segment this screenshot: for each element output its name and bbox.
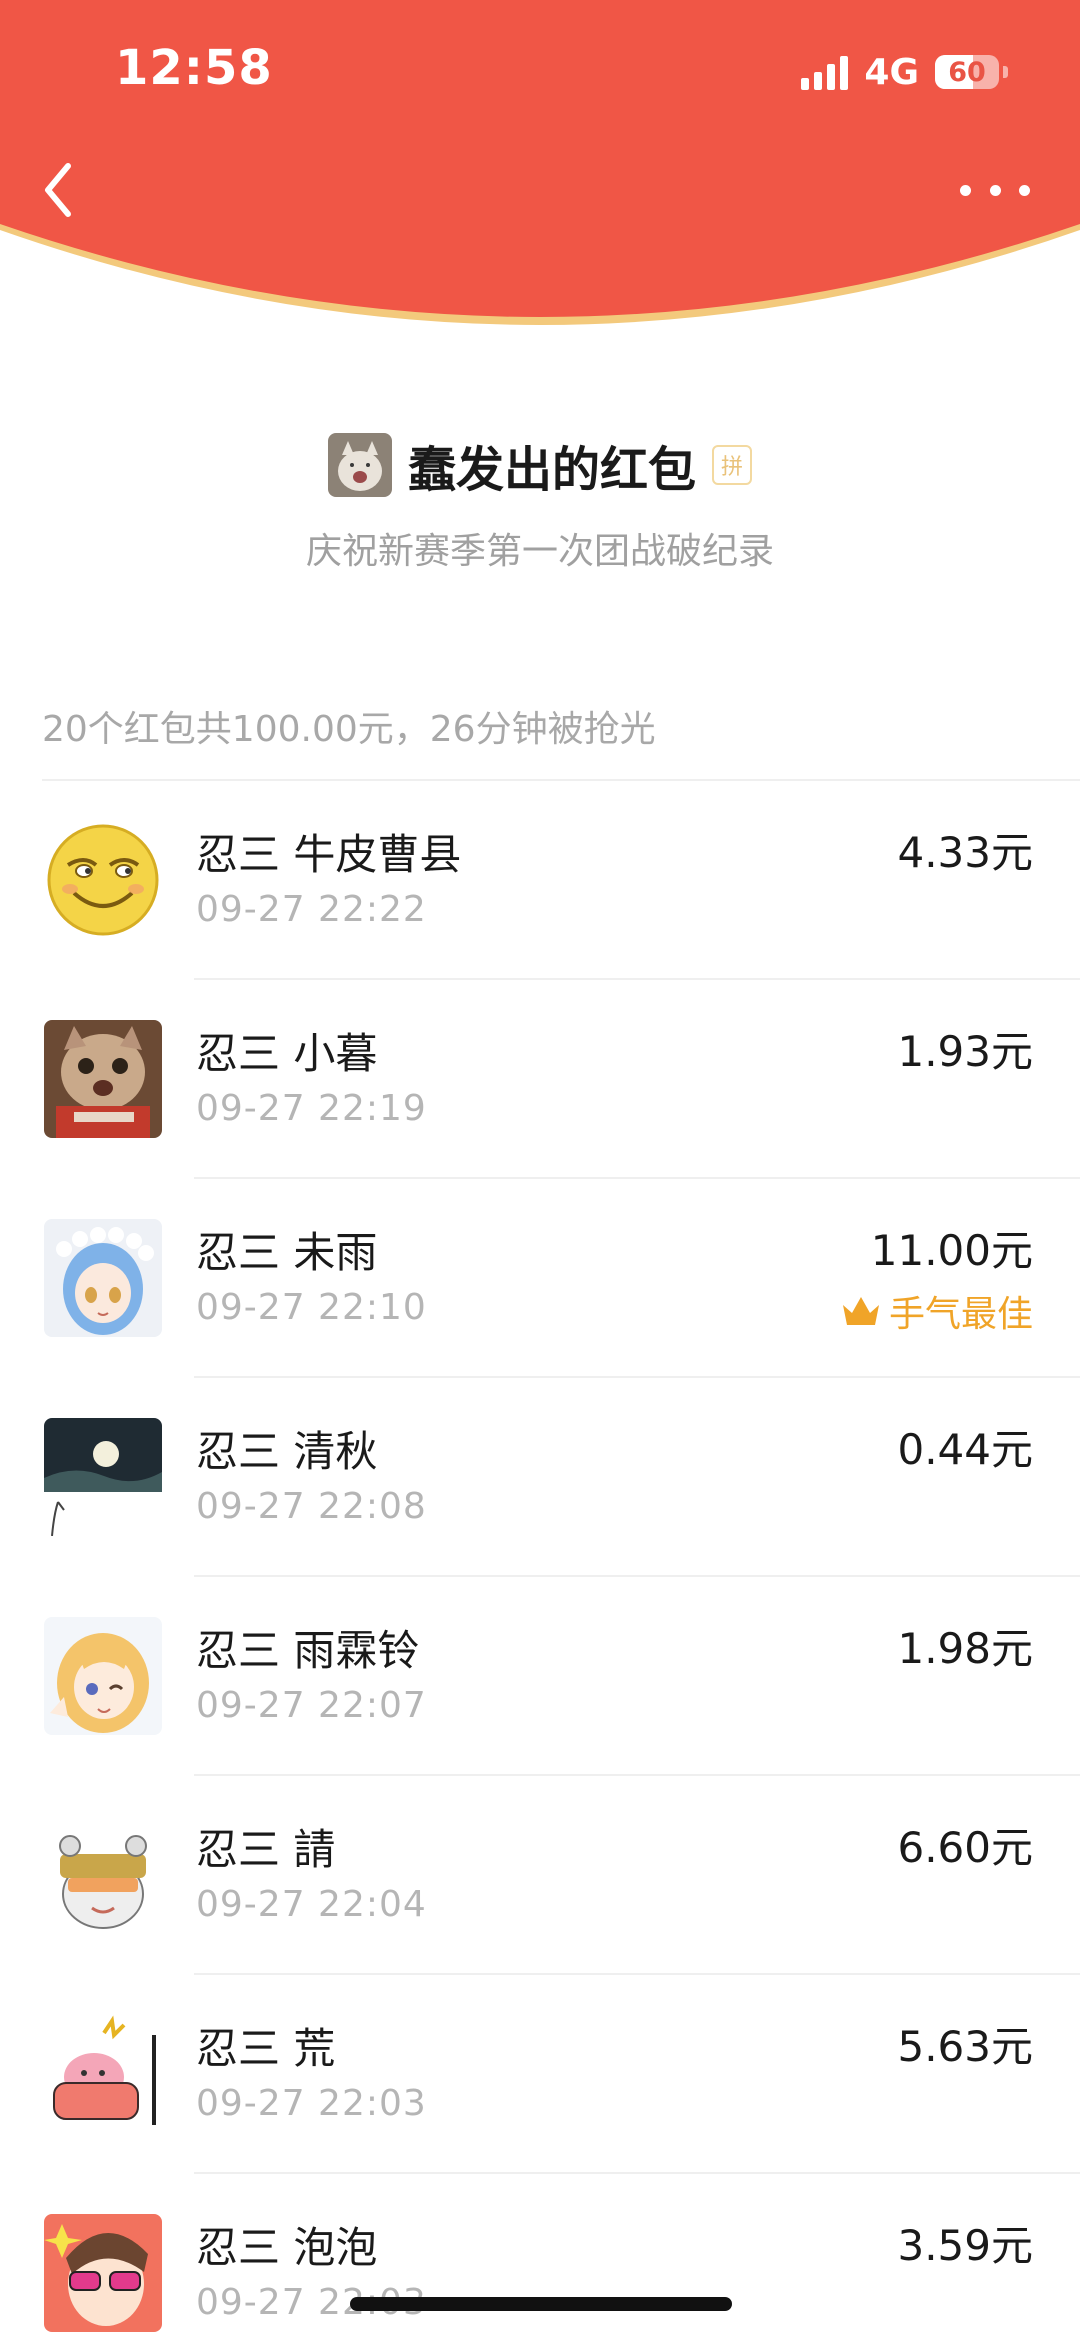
cat-avatar-image	[327, 433, 392, 497]
record-name: 忍三 泡泡	[196, 2223, 378, 2272]
battery-icon: 60	[935, 55, 999, 89]
record-row[interactable]: 忍三 雨霖铃 09-27 22:07 1.98元	[0, 1577, 1080, 1776]
chibi-avatar-image	[44, 1816, 162, 1934]
back-button[interactable]	[40, 158, 80, 222]
record-time: 09-27 22:07	[196, 1685, 427, 1726]
avatar[interactable]	[44, 1219, 162, 1337]
record-row[interactable]: 忍三 未雨 09-27 22:10 11.00元 手气最佳	[0, 1179, 1080, 1378]
network-type: 4G	[864, 51, 919, 93]
record-list: 忍三 牛皮曹县 09-27 22:22 4.33元 忍三 小暮 09-27 22…	[0, 781, 1080, 2337]
status-time: 12:58	[115, 40, 273, 96]
avatar[interactable]	[44, 821, 162, 939]
blessing-text: 庆祝新赛季第一次团战破纪录	[305, 531, 774, 572]
record-amount: 1.98元	[897, 1624, 1033, 1673]
record-name: 忍三 未雨	[196, 1228, 378, 1277]
record-amount: 11.00元	[870, 1226, 1033, 1275]
record-name: 忍三 請	[196, 1825, 336, 1874]
record-name: 忍三 雨霖铃	[196, 1626, 420, 1675]
battery-percent: 60	[948, 56, 986, 88]
record-time: 09-27 22:04	[196, 1884, 427, 1925]
cartoon-avatar-image	[44, 2214, 162, 2332]
record-name: 忍三 荒	[196, 2024, 336, 2073]
record-time: 09-27 22:19	[196, 1088, 427, 1129]
record-amount: 3.59元	[897, 2221, 1033, 2270]
signal-icon	[801, 54, 849, 90]
record-name: 忍三 小暮	[196, 1029, 378, 1078]
cat-avatar-image	[44, 1020, 162, 1138]
home-indicator[interactable]	[350, 2297, 732, 2311]
record-amount: 5.63元	[897, 2022, 1033, 2071]
avatar[interactable]	[44, 1418, 162, 1536]
record-name: 忍三 清秋	[196, 1427, 378, 1476]
avatar[interactable]	[44, 1617, 162, 1735]
record-time: 09-27 22:08	[196, 1486, 427, 1527]
avatar[interactable]	[44, 2015, 162, 2133]
record-amount: 6.60元	[897, 1823, 1033, 1872]
more-button[interactable]	[960, 170, 1030, 210]
pin-badge: 拼	[712, 445, 752, 485]
crown-icon	[842, 1297, 879, 1325]
anime-girl-avatar-image	[44, 1617, 162, 1735]
record-time: 09-27 22:22	[196, 889, 427, 930]
red-packet-detail-page: 12:58 4G 60 蠢发出的红包 拼 庆祝新赛季第一次团战破纪录 20个红包…	[0, 0, 1080, 2337]
record-name: 忍三 牛皮曹县	[196, 830, 462, 879]
record-row[interactable]: 忍三 荒 09-27 22:03 5.63元	[0, 1975, 1080, 2174]
best-luck-badge: 手气最佳	[841, 1285, 1033, 1337]
smiley-avatar-image	[44, 821, 162, 939]
record-amount: 4.33元	[897, 828, 1033, 877]
red-header: 12:58 4G 60	[0, 0, 1080, 345]
sender-row: 蠢发出的红包 拼	[0, 430, 1080, 500]
moon-avatar-image	[44, 1418, 162, 1536]
sender-avatar[interactable]	[327, 433, 392, 497]
chibi-avatar-image	[44, 2015, 162, 2133]
more-dot	[1019, 184, 1030, 196]
status-indicators: 4G 60	[801, 50, 1008, 94]
record-row[interactable]: 忍三 牛皮曹县 09-27 22:22 4.33元	[0, 781, 1080, 980]
chevron-left-icon	[45, 163, 71, 217]
record-row[interactable]: 忍三 清秋 09-27 22:08 0.44元	[0, 1378, 1080, 1577]
summary-text: 20个红包共100.00元，26分钟被抢光	[42, 709, 656, 750]
record-time: 09-27 22:03	[196, 2083, 427, 2124]
more-dot	[989, 184, 1001, 196]
battery-tip	[1003, 66, 1008, 78]
avatar[interactable]	[44, 1020, 162, 1138]
anime-girl-avatar-image	[44, 1219, 162, 1337]
record-row[interactable]: 忍三 小暮 09-27 22:19 1.93元	[0, 980, 1080, 1179]
sender-title: 蠢发出的红包	[407, 442, 696, 498]
record-row[interactable]: 忍三 泡泡 09-27 22:03 3.59元	[0, 2174, 1080, 2337]
avatar[interactable]	[44, 1816, 162, 1934]
avatar[interactable]	[44, 2214, 162, 2332]
record-time: 09-27 22:10	[196, 1287, 427, 1328]
record-row[interactable]: 忍三 請 09-27 22:04 6.60元	[0, 1776, 1080, 1975]
best-luck-label: 手气最佳	[888, 1294, 1033, 1335]
record-amount: 0.44元	[897, 1425, 1033, 1474]
more-dot	[960, 184, 971, 196]
record-amount: 1.93元	[897, 1027, 1033, 1076]
